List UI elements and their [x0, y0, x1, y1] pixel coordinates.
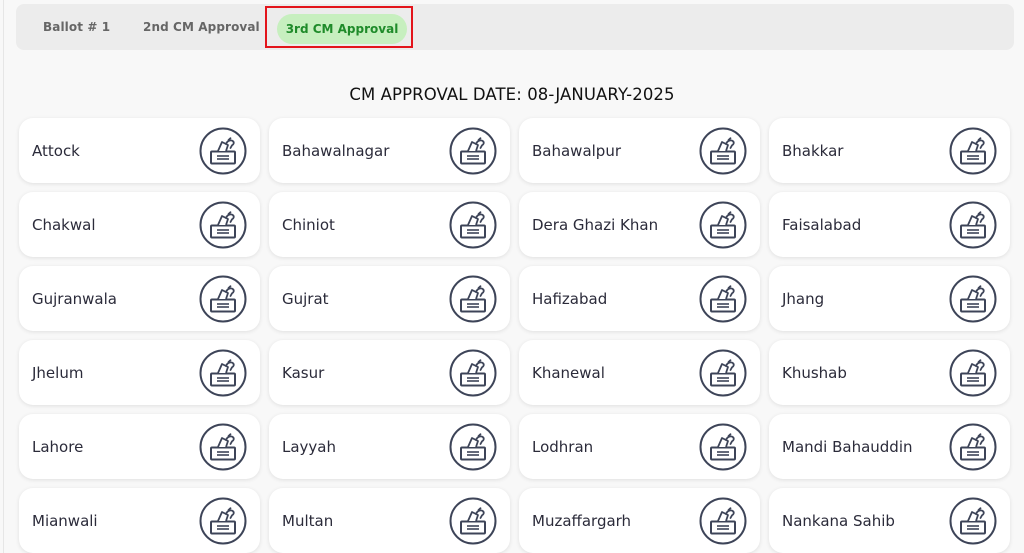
district-name: Bahawalpur [532, 141, 622, 160]
district-name: Multan [282, 511, 334, 530]
page: Ballot # 1 2nd CM Approval 3rd CM Approv… [0, 0, 1024, 553]
tab-bar: Ballot # 1 2nd CM Approval 3rd CM Approv… [16, 4, 1014, 50]
ballot-box-icon [949, 423, 997, 471]
district-card[interactable]: Jhang [769, 266, 1010, 331]
district-card[interactable]: Nankana Sahib [769, 488, 1010, 553]
district-name: Muzaffargarh [532, 511, 632, 530]
ballot-box-icon [699, 127, 747, 175]
ballot-box-icon [449, 275, 497, 323]
district-card[interactable]: Jhelum [19, 340, 260, 405]
ballot-box-icon [199, 423, 247, 471]
district-grid: Attock Bahawalnagar Bahawalpur Bhakkar C… [19, 118, 1011, 553]
district-name: Gujrat [282, 289, 329, 308]
ballot-box-icon [449, 201, 497, 249]
district-card[interactable]: Chakwal [19, 192, 260, 257]
tab-2nd-cm-approval[interactable]: 2nd CM Approval [143, 4, 260, 50]
district-card[interactable]: Khanewal [519, 340, 760, 405]
district-name: Mandi Bahauddin [782, 437, 913, 456]
ballot-box-icon [199, 497, 247, 545]
district-card[interactable]: Mianwali [19, 488, 260, 553]
district-name: Gujranwala [32, 289, 117, 308]
district-card[interactable]: Faisalabad [769, 192, 1010, 257]
district-name: Mianwali [32, 511, 98, 530]
ballot-box-icon [949, 201, 997, 249]
ballot-box-icon [699, 201, 747, 249]
ballot-box-icon [699, 275, 747, 323]
district-name: Bhakkar [782, 141, 844, 160]
district-name: Layyah [282, 437, 337, 456]
district-name: Chiniot [282, 215, 335, 234]
district-card[interactable]: Bahawalpur [519, 118, 760, 183]
district-card[interactable]: Bahawalnagar [269, 118, 510, 183]
ballot-box-icon [699, 349, 747, 397]
ballot-box-icon [199, 127, 247, 175]
ballot-box-icon [449, 127, 497, 175]
district-card[interactable]: Dera Ghazi Khan [519, 192, 760, 257]
district-name: Khanewal [532, 363, 605, 382]
ballot-box-icon [699, 423, 747, 471]
district-name: Chakwal [32, 215, 96, 234]
district-name: Faisalabad [782, 215, 862, 234]
district-card[interactable]: Gujranwala [19, 266, 260, 331]
district-name: Dera Ghazi Khan [532, 215, 659, 234]
district-card[interactable]: Khushab [769, 340, 1010, 405]
ballot-box-icon [949, 497, 997, 545]
district-card[interactable]: Chiniot [269, 192, 510, 257]
district-name: Attock [32, 141, 80, 160]
ballot-box-icon [449, 423, 497, 471]
district-name: Nankana Sahib [782, 511, 895, 530]
ballot-box-icon [699, 497, 747, 545]
district-name: Hafizabad [532, 289, 608, 308]
district-card[interactable]: Lahore [19, 414, 260, 479]
tab-ballot-1[interactable]: Ballot # 1 [43, 4, 110, 50]
district-name: Kasur [282, 363, 325, 382]
approval-date-heading: CM APPROVAL DATE: 08-JANUARY-2025 [349, 85, 675, 104]
district-name: Jhelum [32, 363, 84, 382]
district-card[interactable]: Mandi Bahauddin [769, 414, 1010, 479]
district-card[interactable]: Muzaffargarh [519, 488, 760, 553]
district-name: Lahore [32, 437, 84, 456]
ballot-box-icon [449, 349, 497, 397]
tab-3rd-cm-approval[interactable]: 3rd CM Approval [277, 14, 407, 44]
ballot-box-icon [199, 201, 247, 249]
district-card[interactable]: Attock [19, 118, 260, 183]
district-card[interactable]: Gujrat [269, 266, 510, 331]
district-card[interactable]: Multan [269, 488, 510, 553]
district-card[interactable]: Bhakkar [769, 118, 1010, 183]
ballot-box-icon [199, 349, 247, 397]
district-card[interactable]: Lodhran [519, 414, 760, 479]
district-name: Lodhran [532, 437, 594, 456]
district-card[interactable]: Kasur [269, 340, 510, 405]
ballot-box-icon [949, 349, 997, 397]
district-name: Khushab [782, 363, 847, 382]
district-card[interactable]: Layyah [269, 414, 510, 479]
district-name: Jhang [782, 289, 825, 308]
district-card[interactable]: Hafizabad [519, 266, 760, 331]
district-name: Bahawalnagar [282, 141, 390, 160]
ballot-box-icon [949, 127, 997, 175]
ballot-box-icon [449, 497, 497, 545]
ballot-box-icon [199, 275, 247, 323]
ballot-box-icon [949, 275, 997, 323]
